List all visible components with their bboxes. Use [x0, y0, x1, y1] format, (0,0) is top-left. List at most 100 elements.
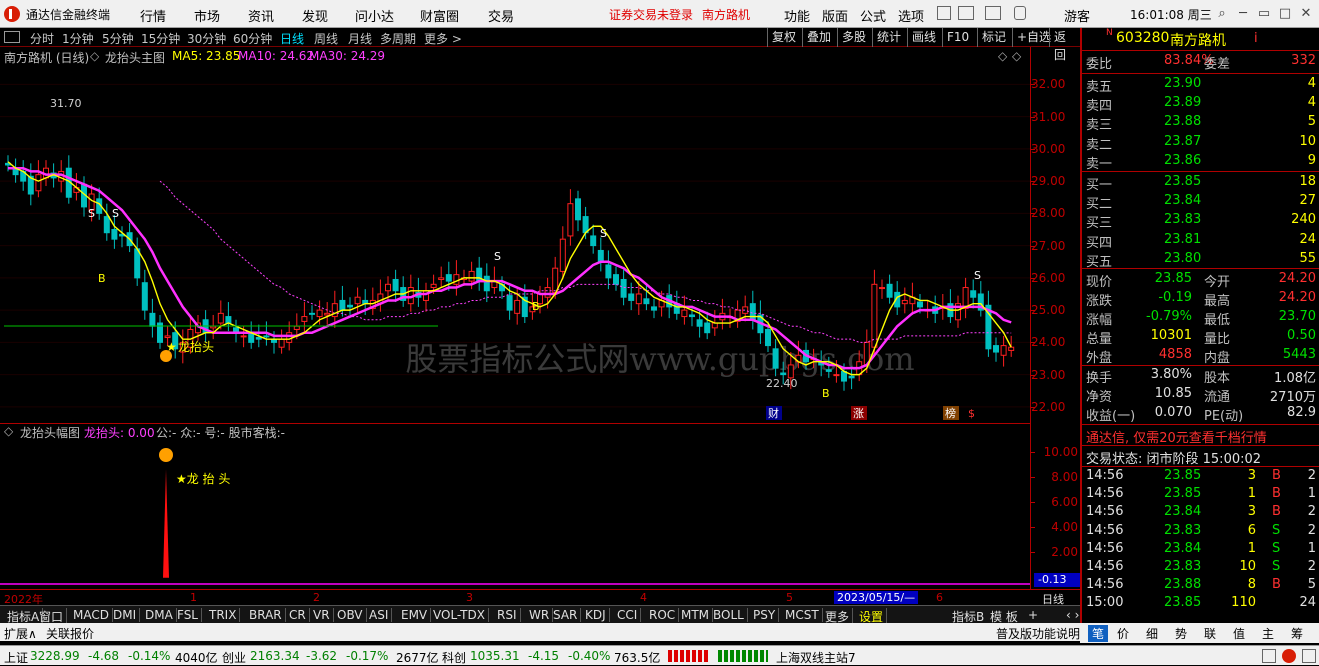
help-link[interactable]: 普及版功能说明: [996, 625, 1080, 642]
menu-function[interactable]: 功能: [784, 6, 810, 25]
expand-button[interactable]: 扩展∧: [4, 625, 37, 642]
tick-row[interactable]: 14:56 23.83 10 S 2: [1086, 559, 1316, 578]
tick-row[interactable]: 14:56 23.84 1 S 1: [1086, 541, 1316, 560]
related-quotes-button[interactable]: 关联报价: [46, 625, 94, 642]
indicator-tab[interactable]: EMV: [398, 608, 432, 622]
dollar-tag[interactable]: $: [968, 407, 975, 420]
menu-news[interactable]: 资讯: [248, 6, 274, 25]
indicator-tab[interactable]: SAR: [550, 608, 582, 622]
menu-quotes[interactable]: 行情: [140, 6, 166, 25]
tick-row[interactable]: 14:56 23.85 1 B 1: [1086, 486, 1316, 505]
stats-button[interactable]: 统计: [872, 28, 905, 47]
info-icon[interactable]: i: [1254, 31, 1258, 46]
order-row[interactable]: 买一 23.85 18: [1086, 174, 1316, 193]
order-row[interactable]: 卖一 23.86 9: [1086, 153, 1316, 172]
tick-row[interactable]: 14:56 23.83 6 S 2: [1086, 523, 1316, 542]
menu-trade[interactable]: 交易: [488, 6, 514, 25]
multi-stock-button[interactable]: 多股: [837, 28, 870, 47]
period-more[interactable]: 更多 >: [424, 30, 462, 47]
message-icon[interactable]: [985, 6, 1001, 20]
indicator-tab[interactable]: OBV: [334, 608, 367, 622]
period-30min[interactable]: 30分钟: [187, 30, 226, 47]
quote-tab[interactable]: 笔: [1088, 625, 1109, 642]
promo-banner[interactable]: 通达信, 仅需20元查看千档行情: [1086, 427, 1267, 446]
indicator-right-tab[interactable]: +: [1028, 608, 1038, 622]
indicator-tab[interactable]: ASI: [366, 608, 393, 622]
quote-tab[interactable]: 主: [1262, 625, 1274, 642]
restore-icon[interactable]: ▭: [1254, 4, 1274, 24]
period-1min[interactable]: 1分钟: [62, 30, 94, 47]
lock-icon[interactable]: [1014, 6, 1026, 20]
period-15min[interactable]: 15分钟: [141, 30, 180, 47]
trade-login-alert[interactable]: 证券交易未登录: [609, 6, 693, 23]
order-row[interactable]: 买三 23.83 240: [1086, 212, 1316, 231]
quote-tab[interactable]: 势: [1175, 625, 1187, 642]
quote-tab[interactable]: 价: [1117, 625, 1129, 642]
quote-tab[interactable]: 值: [1233, 625, 1245, 642]
indicator-tab[interactable]: MTM: [678, 608, 714, 622]
kc-label[interactable]: 科创: [442, 649, 466, 666]
expand-diamond-icon[interactable]: ◇: [998, 49, 1007, 63]
fullscreen-icon[interactable]: [937, 6, 951, 20]
order-row[interactable]: 买五 23.80 55: [1086, 251, 1316, 270]
indicator-tab[interactable]: DMI: [110, 608, 141, 622]
period-daily[interactable]: 日线: [280, 30, 304, 47]
tick-list[interactable]: 14:56 23.85 3 B 2 14:56 23.85 1 B 1 14:56 23.84 3 B 2 1…: [1082, 468, 1319, 618]
menu-market[interactable]: 市场: [194, 6, 220, 25]
period-60min[interactable]: 60分钟: [233, 30, 272, 47]
period-weekly[interactable]: 周线: [314, 30, 338, 47]
menu-layout[interactable]: 版面: [822, 6, 848, 25]
quote-tab[interactable]: 细: [1146, 625, 1158, 642]
menu-options[interactable]: 选项: [898, 6, 924, 25]
indicator-tab[interactable]: DMA: [142, 608, 177, 622]
period-intraday[interactable]: 分时: [30, 30, 54, 47]
order-row[interactable]: 买四 23.81 24: [1086, 232, 1316, 251]
chart-toggle-icon[interactable]: [4, 31, 20, 43]
settings-icon[interactable]: [1302, 649, 1316, 663]
speaker-icon[interactable]: [1262, 649, 1276, 663]
sub-indicator-chart[interactable]: ★龙 抬 头: [0, 439, 1030, 589]
candlestick-chart[interactable]: 股票指标公式网www.gupbgs.com 31.70 22.40 龙抬头 ★ …: [0, 65, 1030, 423]
sh-label[interactable]: 上证: [4, 649, 28, 666]
period-multi[interactable]: 多周期: [380, 30, 416, 47]
adjust-button[interactable]: 复权: [767, 28, 800, 47]
indicator-tab[interactable]: CCI: [614, 608, 642, 622]
mark-button[interactable]: 标记: [977, 28, 1010, 47]
indicator-gear-icon[interactable]: ◇: [90, 49, 99, 63]
indicator-tab[interactable]: MACD: [70, 608, 113, 622]
f10-button[interactable]: F10: [942, 28, 973, 47]
indicator-tab[interactable]: PSY: [750, 608, 780, 622]
user-guest[interactable]: 游客: [1064, 6, 1090, 25]
indicator-right-tab[interactable]: ‹ ›: [1066, 608, 1079, 622]
back-button[interactable]: 返回: [1049, 28, 1080, 62]
menu-formula[interactable]: 公式: [860, 6, 886, 25]
server-name[interactable]: 上海双线主站7: [776, 649, 856, 666]
order-row[interactable]: 卖三 23.88 5: [1086, 114, 1316, 133]
overlay-button[interactable]: 叠加: [802, 28, 835, 47]
search-icon[interactable]: ⌕: [1212, 4, 1232, 24]
indicator-tab[interactable]: RSI: [494, 608, 521, 622]
logo-icon[interactable]: [1282, 649, 1296, 663]
tick-row[interactable]: 14:56 23.88 8 B 5: [1086, 577, 1316, 596]
tick-row[interactable]: 15:00 23.85 110 24: [1086, 595, 1316, 614]
quote-tab[interactable]: 筹: [1291, 625, 1303, 642]
tick-row[interactable]: 14:56 23.84 3 B 2: [1086, 504, 1316, 523]
menu-wenxiaoda[interactable]: 问小达: [355, 6, 394, 25]
order-row[interactable]: 卖二 23.87 10: [1086, 134, 1316, 153]
menu-wealth[interactable]: 财富圈: [420, 6, 459, 25]
order-row[interactable]: 卖五 23.90 4: [1086, 76, 1316, 95]
draw-button[interactable]: 画线: [907, 28, 940, 47]
maximize-icon[interactable]: □: [1275, 4, 1295, 24]
period-monthly[interactable]: 月线: [348, 30, 372, 47]
indicator-tab[interactable]: VOL-TDX: [430, 608, 489, 622]
indicator-tab[interactable]: ROC: [646, 608, 680, 622]
indicator-tab[interactable]: VR: [310, 608, 334, 622]
window-layout-icon[interactable]: [958, 6, 974, 20]
collapse-icon[interactable]: ◇: [1012, 49, 1021, 63]
indicator-tab[interactable]: CR: [286, 608, 310, 622]
sub-gear-icon[interactable]: ◇: [4, 424, 13, 438]
minimize-icon[interactable]: ─: [1233, 4, 1253, 24]
indicator-name[interactable]: 龙抬头主图: [105, 49, 165, 66]
order-row[interactable]: 卖四 23.89 4: [1086, 95, 1316, 114]
indicator-tab[interactable]: BRAR: [246, 608, 286, 622]
